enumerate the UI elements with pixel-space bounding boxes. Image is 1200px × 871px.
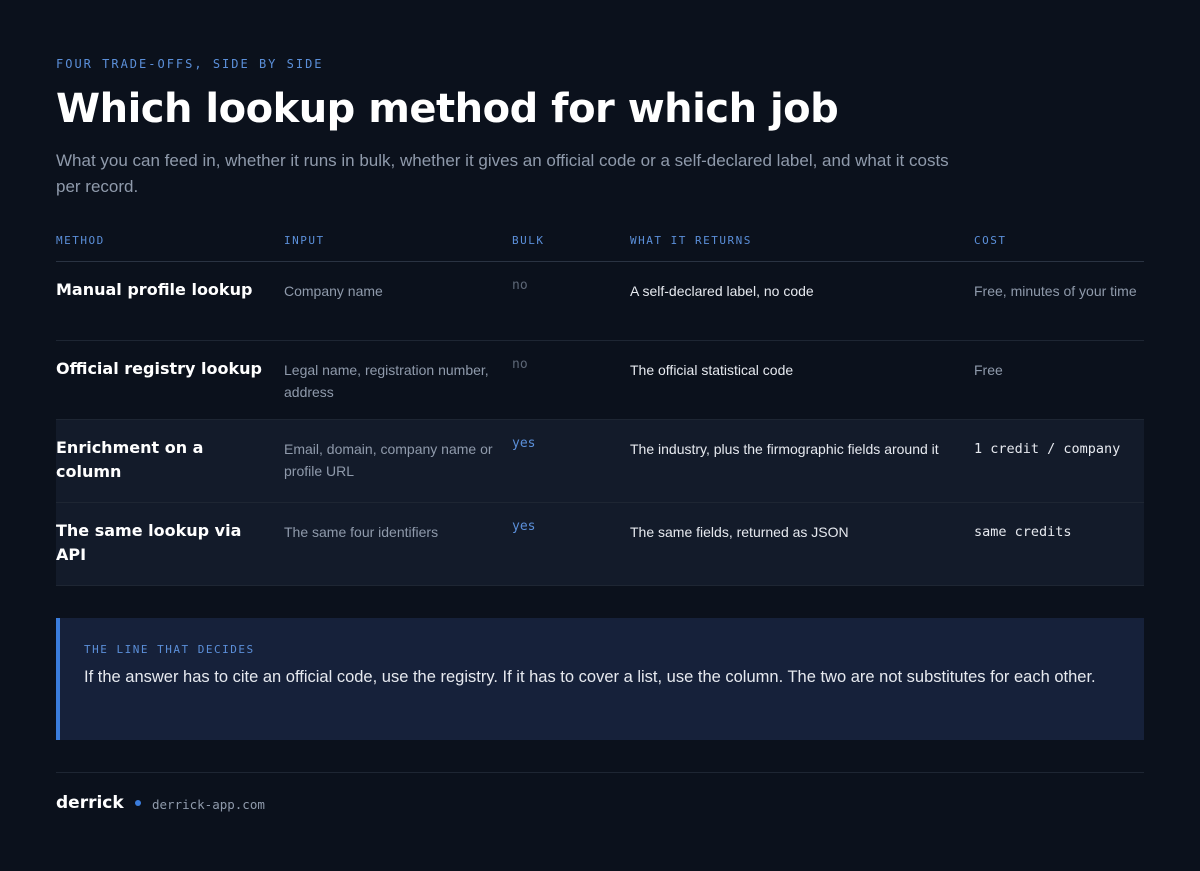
brand-logo: derrick bbox=[56, 793, 124, 813]
page-subtitle: What you can feed in, whether it runs in… bbox=[56, 151, 949, 196]
column-header-cost: COST bbox=[974, 234, 1007, 247]
method-cell: Official registry lookup bbox=[56, 359, 262, 378]
callout-text: If the answer has to cite an official co… bbox=[84, 668, 1096, 686]
bulk-cell: no bbox=[512, 278, 528, 293]
returns-cell: The official statistical code bbox=[630, 362, 794, 378]
bullet-dot-icon bbox=[135, 800, 141, 806]
bulk-cell: no bbox=[512, 357, 528, 372]
table-header: METHOD INPUT BULK WHAT IT RETURNS COST bbox=[56, 233, 1144, 262]
cost-cell: 1 credit / company bbox=[974, 441, 1121, 457]
returns-cell: A self-declared label, no code bbox=[630, 283, 814, 299]
table-row: Enrichment on a column Email, domain, co… bbox=[56, 420, 1144, 503]
input-cell: The same four identifiers bbox=[284, 524, 439, 540]
callout-label: THE LINE THAT DECIDES bbox=[84, 643, 255, 656]
bulk-cell: yes bbox=[512, 436, 536, 451]
cost-cell: Free bbox=[974, 362, 1003, 378]
cost-cell: Free, minutes of your time bbox=[974, 283, 1137, 299]
bulk-cell: yes bbox=[512, 519, 536, 534]
footer-divider bbox=[56, 772, 1144, 773]
table-row: Manual profile lookup Company name no A … bbox=[56, 262, 1144, 341]
column-header-method: METHOD bbox=[56, 234, 105, 247]
page-title: Which lookup method for which job bbox=[56, 86, 839, 132]
column-header-bulk: BULK bbox=[512, 234, 545, 247]
table-row: The same lookup via API The same four id… bbox=[56, 503, 1144, 586]
website-link[interactable]: derrick-app.com bbox=[152, 797, 265, 812]
callout-box: THE LINE THAT DECIDES If the answer has … bbox=[56, 618, 1144, 740]
table-row: Official registry lookup Legal name, reg… bbox=[56, 341, 1144, 420]
returns-cell: The industry, plus the firmographic fiel… bbox=[630, 441, 939, 457]
eyebrow-label: FOUR TRADE-OFFS, SIDE BY SIDE bbox=[56, 57, 324, 71]
column-header-input: INPUT bbox=[284, 234, 325, 247]
cost-cell: same credits bbox=[974, 524, 1072, 540]
input-cell: Legal name, registration number, address bbox=[284, 362, 489, 400]
input-cell: Company name bbox=[284, 283, 383, 299]
method-cell: The same lookup via API bbox=[56, 521, 242, 564]
method-cell: Manual profile lookup bbox=[56, 280, 253, 299]
method-cell: Enrichment on a column bbox=[56, 438, 204, 481]
returns-cell: The same fields, returned as JSON bbox=[630, 524, 849, 540]
column-header-returns: WHAT IT RETURNS bbox=[630, 234, 752, 247]
input-cell: Email, domain, company name or profile U… bbox=[284, 441, 493, 479]
